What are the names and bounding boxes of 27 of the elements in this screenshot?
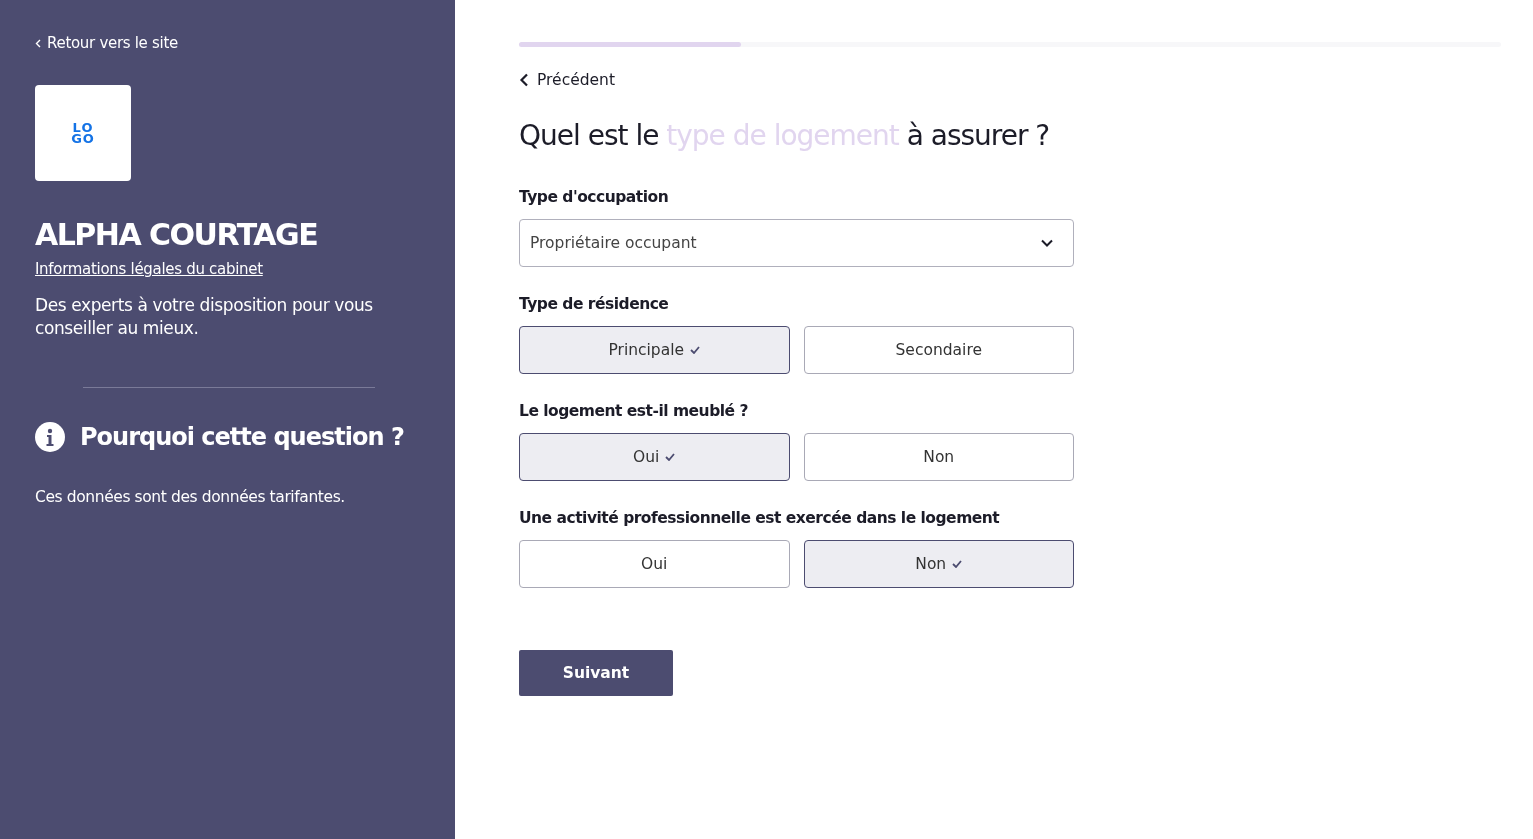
select-field[interactable]: Propriétaire occupant <box>519 219 1074 267</box>
option-button[interactable]: Oui <box>519 540 790 588</box>
option-button[interactable]: Oui <box>519 433 790 481</box>
chevron-left-icon <box>519 73 529 87</box>
info-icon <box>35 422 65 452</box>
previous-button[interactable]: Précédent <box>519 71 615 89</box>
back-link[interactable]: Retour vers le site <box>35 34 178 52</box>
chevron-left-icon <box>35 38 41 48</box>
check-icon <box>952 560 963 568</box>
chevron-down-icon <box>1041 239 1053 247</box>
check-icon <box>690 346 701 354</box>
tagline: Des experts à votre disposition pour vous conseiller au mieux. <box>35 294 374 340</box>
next-button[interactable]: Suivant <box>519 650 673 696</box>
option-button[interactable]: Principale <box>519 326 790 374</box>
check-icon <box>665 453 676 461</box>
field-label: Type d'occupation <box>519 188 670 206</box>
legal-info-link[interactable]: Informations légales du cabinet <box>35 260 263 278</box>
option-button[interactable]: Secondaire <box>803 326 1074 374</box>
field-label: Type de résidence <box>519 295 670 313</box>
field-label: Une activité professionnelle est exercée dans le logement <box>519 509 1001 527</box>
option-button[interactable]: Non <box>803 540 1074 588</box>
info-title: Pourquoi cette question ? <box>80 423 404 451</box>
info-text: Ces données sont des données tarifantes. <box>35 488 346 506</box>
option-button[interactable]: Non <box>803 433 1074 481</box>
field-label: Le logement est-il meublé ? <box>519 402 749 420</box>
logo: LO GO <box>35 85 131 181</box>
company-name: ALPHA COURTAGE <box>35 217 319 252</box>
